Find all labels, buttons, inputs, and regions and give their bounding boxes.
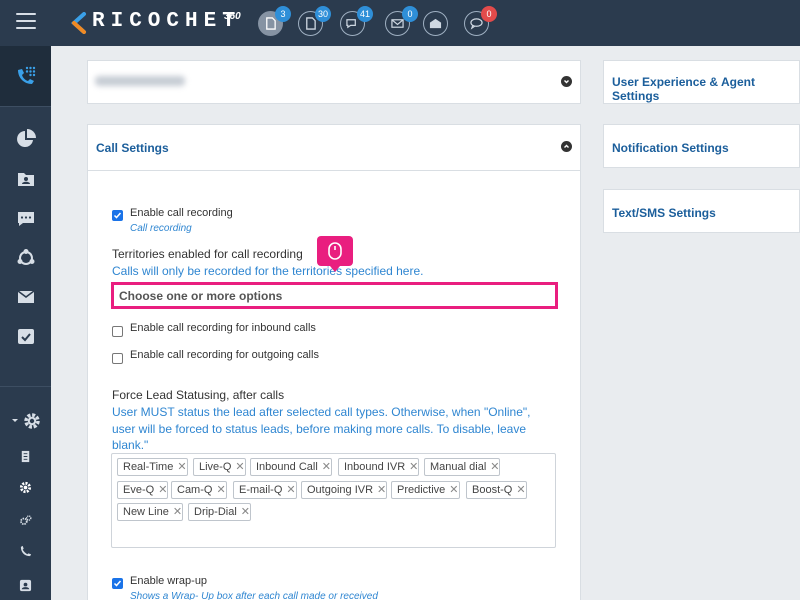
logo-sup: 360 <box>224 11 241 22</box>
top-bar: RICOCHET 360 3 30 41 0 0 <box>0 0 800 46</box>
tag-chip[interactable]: Real-Time ✕ <box>117 458 188 476</box>
force-lead-heading: Force Lead Statusing, after calls <box>112 388 285 402</box>
tag-chip[interactable]: Cam-Q ✕ <box>171 481 227 499</box>
tag-chip[interactable]: Drip-Dial ✕ <box>188 503 251 521</box>
panel-title: User Experience & Agent Settings <box>612 75 755 103</box>
document-icon[interactable] <box>0 441 51 471</box>
blurred-panel-title <box>95 76 185 86</box>
tag-chip[interactable]: Live-Q ✕ <box>193 458 246 476</box>
enable-wrap-up-label: Enable wrap-up <box>130 575 208 587</box>
tag-chip[interactable]: Manual dial ✕ <box>424 458 501 476</box>
contact-card-icon[interactable] <box>0 570 51 600</box>
close-icon[interactable]: ✕ <box>235 459 244 475</box>
badge-count: 30 <box>314 6 331 22</box>
enable-call-recording-label: Enable call recording <box>130 207 233 219</box>
mail-icon[interactable]: 0 <box>385 6 418 36</box>
chat-icon[interactable] <box>0 204 51 234</box>
outgoing-recording-label: Enable call recording for outgoing calls <box>130 349 319 361</box>
document-icon[interactable]: 3 <box>258 6 291 36</box>
document-icon[interactable]: 30 <box>298 6 331 36</box>
territories-help: Calls will only be recorded for the terr… <box>112 264 424 278</box>
select-placeholder: Choose one or more options <box>119 289 283 303</box>
divider <box>0 386 51 387</box>
panel-title: Call Settings <box>96 141 169 155</box>
panel-title: Text/SMS Settings <box>612 206 716 220</box>
close-icon[interactable]: ✕ <box>516 482 525 498</box>
close-icon[interactable]: ✕ <box>241 504 250 520</box>
wrap-up-hint: Shows a Wrap- Up box after each call mad… <box>130 591 378 600</box>
close-icon[interactable]: ✕ <box>177 459 186 475</box>
tag-chip[interactable]: Inbound IVR ✕ <box>338 458 420 476</box>
settings-icon[interactable] <box>0 406 51 436</box>
enable-wrap-up-checkbox[interactable] <box>112 578 123 589</box>
close-icon[interactable]: ✕ <box>158 482 167 498</box>
logo-mark-icon <box>71 12 86 34</box>
badge-count: 0 <box>481 6 497 22</box>
speech-bubble-icon[interactable]: 0 <box>464 6 497 36</box>
inbound-recording-label: Enable call recording for inbound calls <box>130 322 316 334</box>
close-icon[interactable]: ✕ <box>490 459 499 475</box>
close-icon[interactable]: ✕ <box>216 482 225 498</box>
close-icon[interactable]: ✕ <box>449 482 458 498</box>
close-icon[interactable]: ✕ <box>173 504 182 520</box>
tag-chip[interactable]: E-mail-Q ✕ <box>233 481 297 499</box>
badge-count: 3 <box>275 6 291 22</box>
chat-icon[interactable]: 41 <box>340 6 373 36</box>
mail-open-icon[interactable] <box>423 11 448 36</box>
logo-text: RICOCHET <box>92 10 241 33</box>
gears-icon[interactable] <box>0 505 51 535</box>
tag-chip[interactable]: New Line ✕ <box>117 503 184 521</box>
call-types-multiselect[interactable]: Real-Time ✕ Live-Q ✕ Inbound Call ✕ Inbound… <box>111 453 556 548</box>
close-icon[interactable]: ✕ <box>409 459 418 475</box>
badge-count: 41 <box>356 6 373 22</box>
network-icon[interactable] <box>0 243 51 273</box>
enable-call-recording-checkbox[interactable] <box>112 210 123 221</box>
tag-chip[interactable]: Predictive ✕ <box>391 481 460 499</box>
phone-icon[interactable] <box>0 536 51 566</box>
territories-select[interactable]: Choose one or more options <box>111 282 558 309</box>
hamburger-icon[interactable] <box>16 13 36 29</box>
mouse-icon <box>317 236 353 272</box>
territories-heading: Territories enabled for call recording <box>112 247 303 261</box>
panel-title: Notification Settings <box>612 141 729 155</box>
tag-chip[interactable]: Eve-Q ✕ <box>117 481 169 499</box>
sidebar <box>0 46 51 600</box>
close-icon[interactable]: ✕ <box>377 482 386 498</box>
close-icon[interactable]: ✕ <box>286 482 295 498</box>
pie-chart-icon[interactable] <box>0 124 51 154</box>
mail-icon[interactable] <box>0 282 51 312</box>
chevron-down-icon[interactable] <box>561 76 572 87</box>
checklist-icon[interactable] <box>0 321 51 351</box>
call-recording-hint: Call recording <box>130 223 192 234</box>
close-icon[interactable]: ✕ <box>322 459 331 475</box>
inbound-recording-checkbox[interactable] <box>112 326 123 337</box>
tag-chip[interactable]: Inbound Call ✕ <box>250 458 332 476</box>
gear-icon[interactable] <box>0 472 51 502</box>
chevron-up-icon[interactable] <box>561 141 572 152</box>
phone-dialpad-icon[interactable] <box>0 46 51 106</box>
contacts-icon[interactable] <box>0 164 51 194</box>
divider <box>0 106 51 107</box>
badge-count: 0 <box>402 6 418 22</box>
tag-chip[interactable]: Boost-Q ✕ <box>466 481 527 499</box>
outgoing-recording-checkbox[interactable] <box>112 353 123 364</box>
tag-chip[interactable]: Outgoing IVR ✕ <box>301 481 388 499</box>
force-lead-help: User MUST status the lead after selected… <box>112 405 531 452</box>
